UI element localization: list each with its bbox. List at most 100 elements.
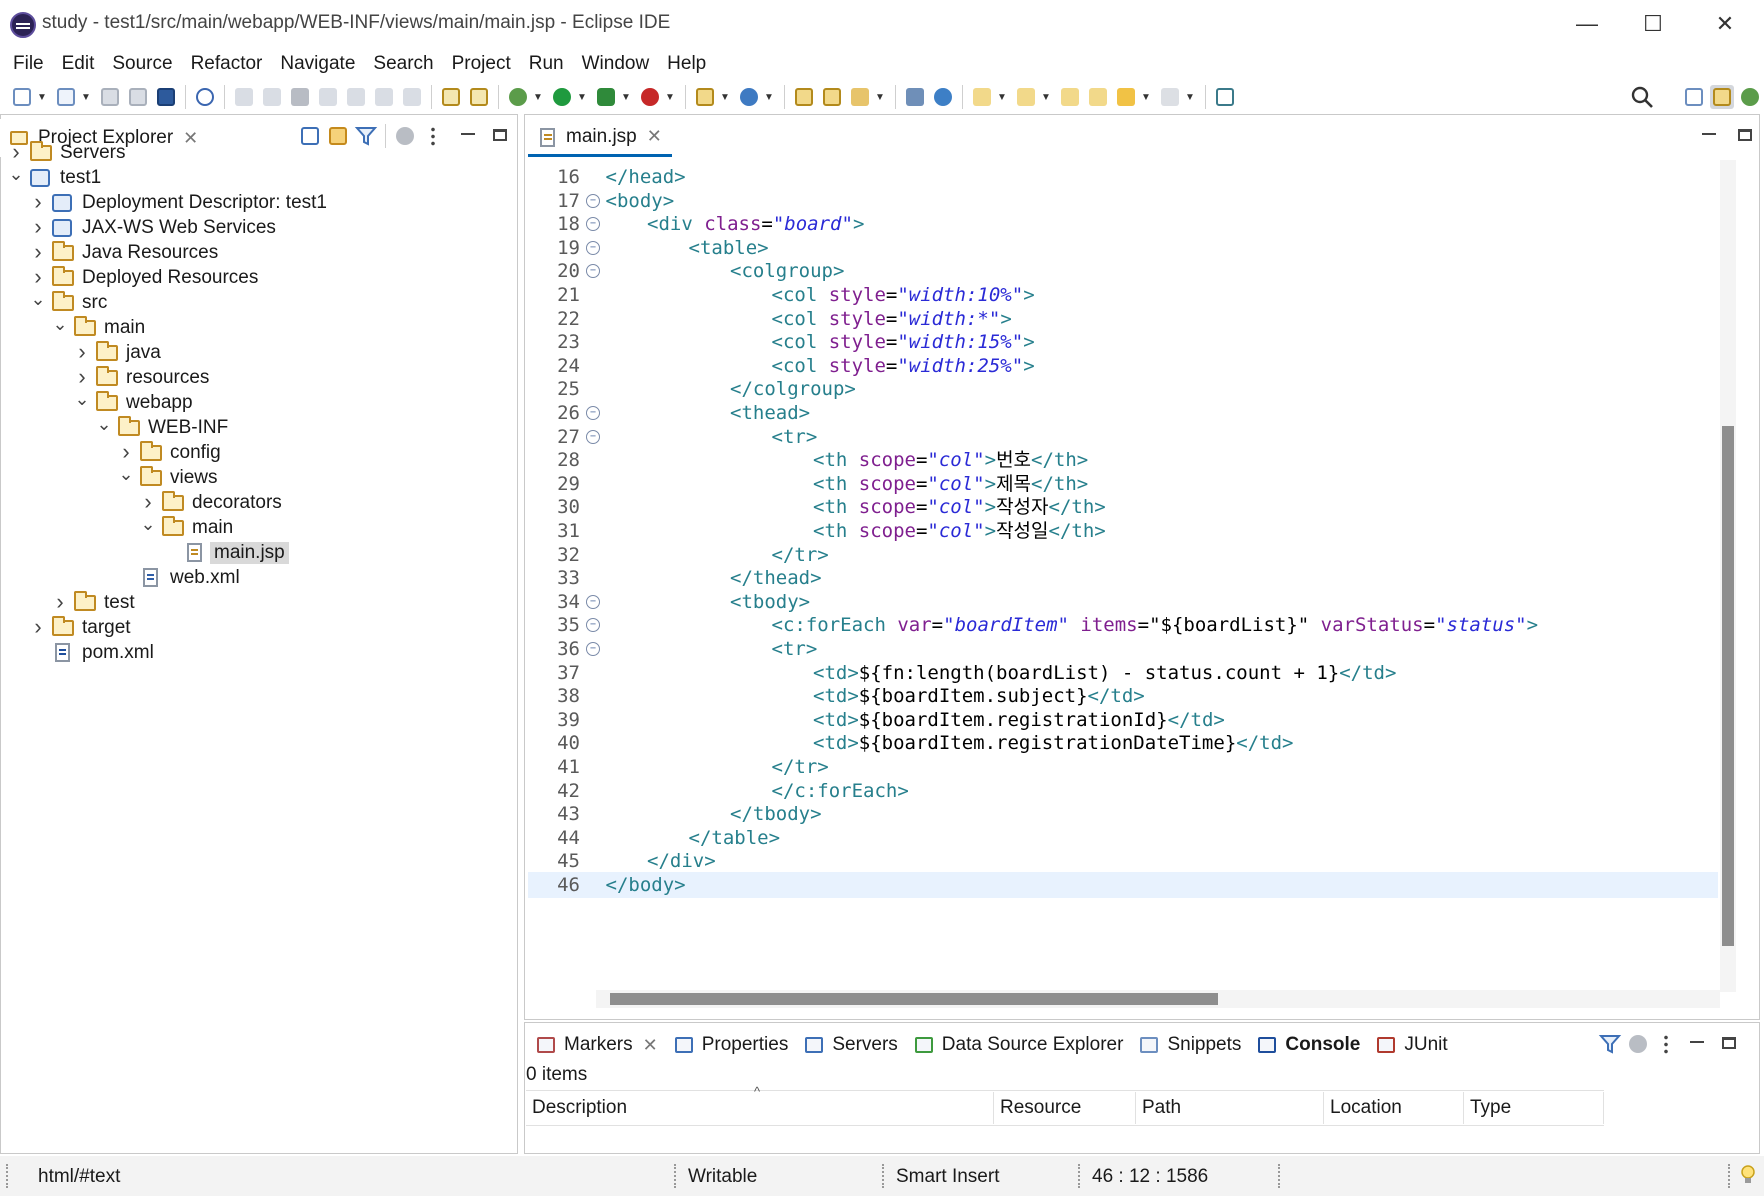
filter-icon[interactable] [354,124,378,148]
new-class-dropdown-icon[interactable]: ▼ [763,85,775,109]
code-line[interactable]: 17− <body> [528,188,1718,214]
tree-item[interactable]: ⌄ main [140,514,237,541]
save-all-icon[interactable] [126,85,150,109]
run-dropdown-icon[interactable]: ▼ [576,85,588,109]
tree-item[interactable]: › Deployment Descriptor: test1 [30,189,331,216]
code-line[interactable]: 40 <td>${boardItem.registrationDateTime}<… [528,730,1718,756]
close-icon[interactable]: ✕ [643,1035,658,1056]
vertical-scroll-thumb[interactable] [1722,426,1734,946]
code-line[interactable]: 29 <th scope="col">제목</th> [528,471,1718,497]
close-window-button[interactable]: ✕ [1690,0,1760,48]
chevron-right-icon[interactable]: › [52,589,68,614]
chevron-right-icon[interactable]: › [30,264,46,289]
new-java-package-icon[interactable] [693,85,717,109]
tab-data-source-explorer[interactable]: Data Source Explorer [906,1026,1132,1064]
tree-item[interactable]: › java [74,339,165,366]
chevron-right-icon[interactable]: › [30,614,46,639]
code-line[interactable]: 25 </colgroup> [528,376,1718,402]
toggle-block-selection-icon[interactable] [467,85,491,109]
open-web-service-icon[interactable] [903,85,927,109]
horizontal-scroll-thumb[interactable] [610,993,1218,1005]
search-dropdown-icon[interactable]: ▼ [874,85,886,109]
tree-item[interactable]: › JAX-WS Web Services [30,214,280,241]
code-line[interactable]: 28 <th scope="col">번호</th> [528,447,1718,473]
fold-toggle-icon[interactable]: − [586,217,600,232]
fold-toggle-icon[interactable]: − [586,193,600,208]
tab-servers[interactable]: Servers [796,1026,905,1064]
code-line[interactable]: 24 <col style="width:25%"> [528,353,1718,379]
save-icon[interactable] [98,85,122,109]
code-line[interactable]: 36− <tr> [528,636,1718,662]
menu-edit[interactable]: Edit [53,53,104,75]
tree-item[interactable]: main.jsp [162,540,289,566]
menu-window[interactable]: Window [573,53,659,75]
code-editor[interactable]: 16 </head> 17− <body> 18− <div class="board">… [528,160,1718,994]
chevron-right-icon[interactable]: › [140,489,156,514]
editor-horizontal-scrollbar[interactable] [596,990,1720,1008]
resume-icon[interactable] [232,85,256,109]
step-over-icon[interactable] [372,85,396,109]
code-line[interactable]: 30 <th scope="col">작성자</th> [528,494,1718,520]
pin-editor-icon[interactable] [1213,85,1237,109]
menu-refactor[interactable]: Refactor [182,53,272,75]
collapse-all-icon[interactable] [298,124,322,148]
step-return-icon[interactable] [400,85,424,109]
skip-breakpoints-icon[interactable] [193,85,217,109]
chevron-down-icon[interactable]: ⌄ [96,414,112,434]
tree-item[interactable]: › Deployed Resources [30,264,262,291]
code-line[interactable]: 26− <thead> [528,400,1718,426]
chevron-down-icon[interactable]: ⌄ [30,289,46,309]
minimize-button[interactable]: — [1552,0,1622,48]
forward-dropdown-icon[interactable]: ▼ [1184,85,1196,109]
maximize-view-icon[interactable] [1718,1032,1742,1056]
editor-vertical-scrollbar[interactable] [1720,160,1736,992]
disconnect-icon[interactable] [316,85,340,109]
code-line[interactable]: 27− <tr> [528,424,1718,450]
tree-item[interactable]: › Java Resources [30,239,222,266]
column-type[interactable]: Type [1464,1092,1604,1124]
minimize-view-icon[interactable] [1686,1032,1710,1056]
chevron-right-icon[interactable]: › [118,439,134,464]
code-line[interactable]: 43 </tbody> [528,801,1718,827]
fold-toggle-icon[interactable]: − [586,594,600,609]
code-line[interactable]: 20− <colgroup> [528,258,1718,284]
menu-navigate[interactable]: Navigate [271,53,364,75]
tree-item[interactable]: › decorators [140,489,286,516]
search-icon[interactable] [1630,85,1654,109]
code-line[interactable]: 38 <td>${boardItem.subject}</td> [528,683,1718,709]
external-tool-dropdown-icon[interactable]: ▼ [664,85,676,109]
tab-junit[interactable]: JUnit [1368,1026,1455,1064]
code-line[interactable]: 23 <col style="width:15%"> [528,329,1718,355]
web-browser-icon[interactable] [931,85,955,109]
column-path[interactable]: Path [1136,1092,1324,1124]
link-with-editor-icon[interactable] [326,124,350,148]
code-line[interactable]: 37 <td>${fn:length(boardList) - status.co… [528,660,1718,686]
open-perspective-icon[interactable] [1682,85,1706,109]
menu-search[interactable]: Search [364,53,442,75]
run-external-tool-icon[interactable] [638,85,662,109]
chevron-right-icon[interactable]: › [8,139,24,164]
status-insert-mode[interactable]: Smart Insert [896,1166,999,1188]
next-annotation-icon[interactable] [970,85,994,109]
code-line[interactable]: 22 <col style="width:*"> [528,306,1718,332]
debug-dropdown-icon[interactable]: ▼ [532,85,544,109]
close-icon[interactable]: ✕ [647,126,662,147]
debug-icon[interactable] [506,85,530,109]
new-dropdown-icon[interactable]: ▼ [36,85,48,109]
filter-icon[interactable] [1598,1032,1622,1056]
maximize-view-icon[interactable] [489,124,513,148]
fold-toggle-icon[interactable]: − [586,240,600,255]
suspend-icon[interactable] [260,85,284,109]
tree-item[interactable]: › resources [74,364,213,391]
tree-item[interactable]: › test [52,589,139,616]
fold-toggle-icon[interactable]: − [586,406,600,420]
last-edit-location-icon[interactable] [1058,85,1082,109]
code-line[interactable]: 19− <table> [528,235,1718,261]
chevron-down-icon[interactable]: ⌄ [74,389,90,409]
coverage-icon[interactable] [594,85,618,109]
tree-item[interactable]: ⌄ test1 [8,164,105,191]
chevron-down-icon[interactable]: ⌄ [52,314,68,334]
back-icon[interactable] [1114,85,1138,109]
next-annotation-dropdown-icon[interactable]: ▼ [996,85,1008,109]
back-dropdown-icon[interactable]: ▼ [1140,85,1152,109]
